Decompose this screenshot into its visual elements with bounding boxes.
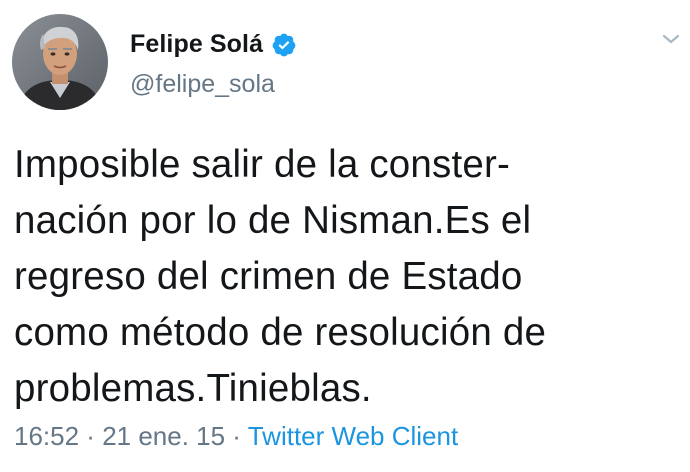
meta-separator: · — [225, 421, 248, 451]
display-name[interactable]: Felipe Solá — [130, 30, 263, 59]
tweet-time[interactable]: 16:52 — [14, 421, 79, 451]
author-handle[interactable]: @felipe_sola — [130, 70, 275, 99]
profile-photo-icon — [12, 14, 108, 110]
tweet-date[interactable]: 21 ene. 15 — [102, 421, 225, 451]
verified-badge-icon — [271, 32, 297, 58]
avatar[interactable] — [12, 14, 108, 110]
author-name-row: Felipe Solá — [130, 26, 297, 62]
meta-separator: · — [79, 421, 103, 451]
tweet-text-line: Imposible salir de la conster- — [14, 143, 511, 186]
tweet-text: Imposible salir de la conster- nación po… — [14, 137, 684, 417]
tweet-source-link[interactable]: Twitter Web Client — [248, 421, 458, 451]
tweet-text-line: regreso del crimen de Estado — [14, 255, 523, 298]
chevron-down-icon[interactable] — [660, 30, 682, 48]
tweet-text-line: nación por lo de Nisman.Es el — [14, 199, 532, 242]
tweet-card: Felipe Solá @felipe_sola Imposible salir… — [0, 0, 690, 472]
tweet-text-line: problemas.Tinieblas. — [14, 367, 372, 410]
tweet-text-line: como método de resolución de — [14, 311, 547, 354]
tweet-meta: 16:52 · 21 ene. 15 · Twitter Web Client — [14, 421, 458, 452]
